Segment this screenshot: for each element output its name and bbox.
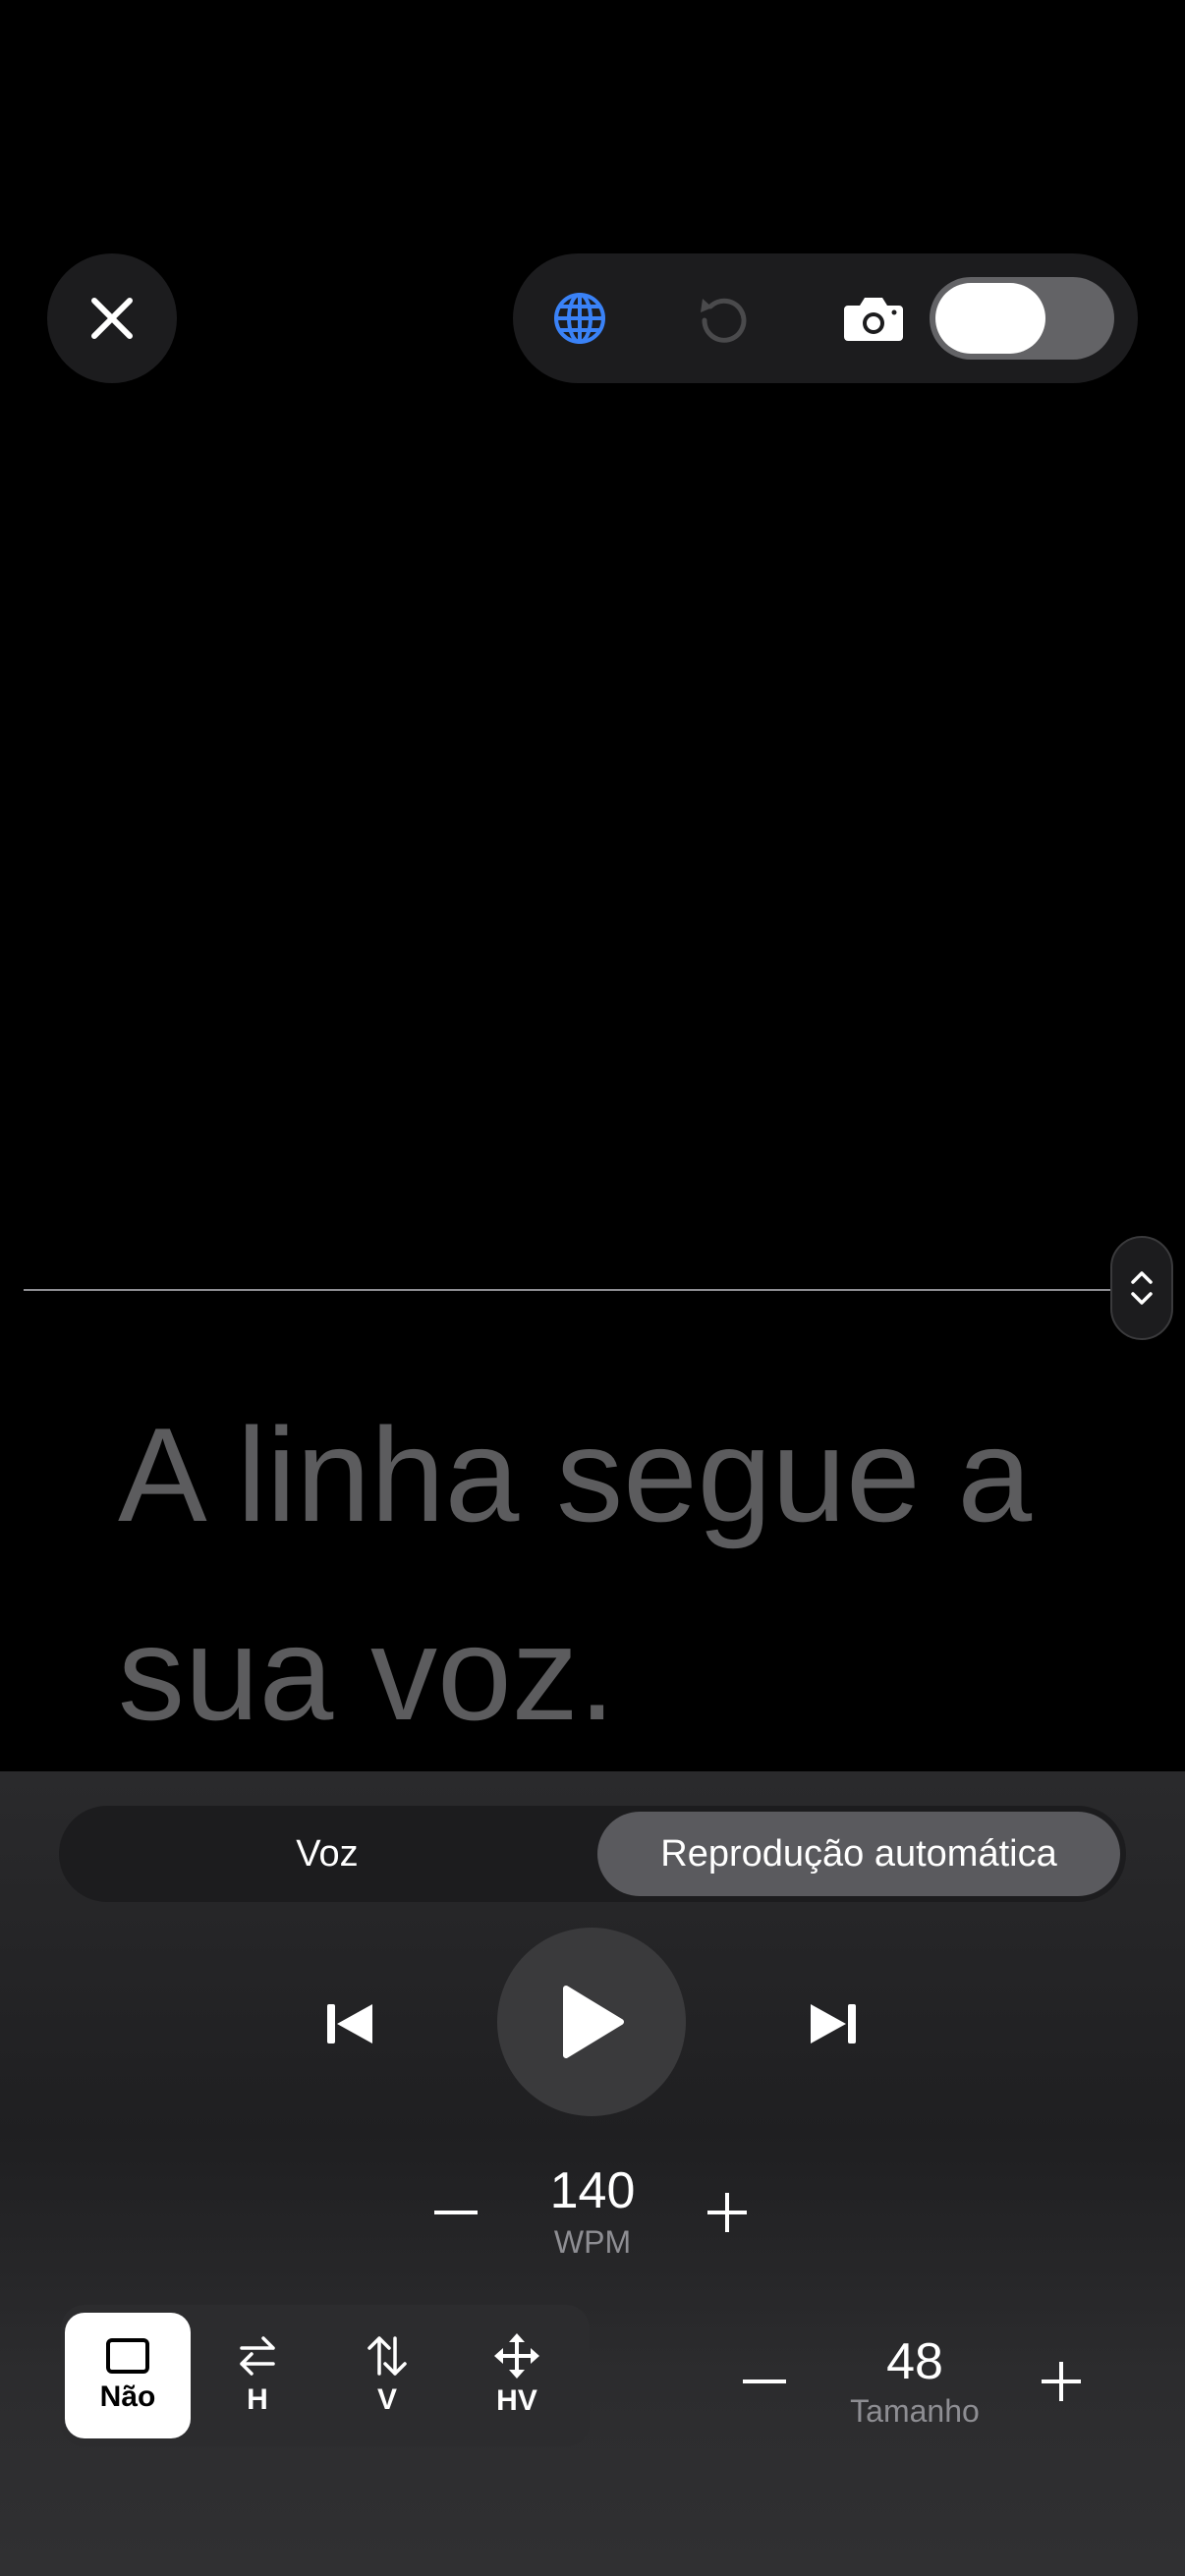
camera-icon — [844, 298, 903, 341]
size-value: 48 — [886, 2333, 943, 2390]
script-line: A linha segue a — [118, 1400, 1033, 1549]
skip-forward-icon — [811, 2004, 856, 2044]
mirror-option-label: H — [247, 2383, 268, 2416]
camera-toggle[interactable] — [930, 277, 1114, 360]
mirror-options: Não H V HV — [61, 2305, 590, 2446]
globe-icon — [554, 293, 605, 344]
plus-icon — [707, 2193, 747, 2232]
speed-value: 140 — [549, 2162, 636, 2219]
chevron-up-down-icon — [1131, 1271, 1153, 1305]
arrows-left-right-icon — [240, 2336, 275, 2376]
close-button[interactable] — [47, 253, 177, 383]
plus-icon — [1042, 2362, 1081, 2401]
reset-button[interactable] — [690, 285, 757, 352]
mode-segmented-control: Voz Reprodução automática — [59, 1806, 1126, 1902]
mirror-option-label: Não — [99, 2380, 156, 2413]
guide-drag-handle[interactable] — [1110, 1236, 1173, 1340]
mirror-option-horizontal[interactable]: H — [195, 2313, 320, 2438]
minus-icon — [434, 2211, 478, 2214]
mirror-option-label: V — [376, 2383, 397, 2416]
skip-back-icon — [327, 2004, 372, 2044]
speed-decrease-button[interactable] — [421, 2183, 491, 2242]
mirror-option-label: HV — [496, 2384, 537, 2417]
next-button[interactable] — [798, 1988, 869, 2059]
arrows-up-down-icon — [367, 2336, 407, 2376]
script-line: sua voz. — [118, 1598, 616, 1748]
mirror-option-none[interactable]: Não — [65, 2313, 191, 2438]
play-button[interactable] — [497, 1928, 686, 2116]
arrows-move-icon — [494, 2333, 539, 2379]
size-unit: Tamanho — [850, 2393, 980, 2429]
camera-button[interactable] — [839, 287, 908, 350]
minus-icon — [743, 2380, 786, 2383]
speed-unit: WPM — [553, 2224, 632, 2260]
tab-voice[interactable]: Voz — [65, 1812, 590, 1896]
speed-increase-button[interactable] — [692, 2179, 762, 2246]
size-increase-button[interactable] — [1026, 2348, 1097, 2415]
rotate-left-icon — [701, 298, 747, 343]
mirror-option-both[interactable]: HV — [454, 2313, 580, 2438]
tab-autoplay[interactable]: Reprodução automática — [597, 1812, 1120, 1896]
previous-button[interactable] — [314, 1988, 385, 2059]
reading-guide-line — [24, 1289, 1110, 1291]
size-decrease-button[interactable] — [729, 2352, 800, 2411]
mirror-option-vertical[interactable]: V — [324, 2313, 450, 2438]
script-text: A linha segue a sua voz. — [118, 1375, 1100, 1772]
toggle-knob — [935, 283, 1045, 354]
square-icon — [106, 2338, 149, 2374]
play-icon — [563, 1986, 624, 2058]
globe-button[interactable] — [546, 285, 613, 352]
xmark-icon — [91, 298, 133, 339]
